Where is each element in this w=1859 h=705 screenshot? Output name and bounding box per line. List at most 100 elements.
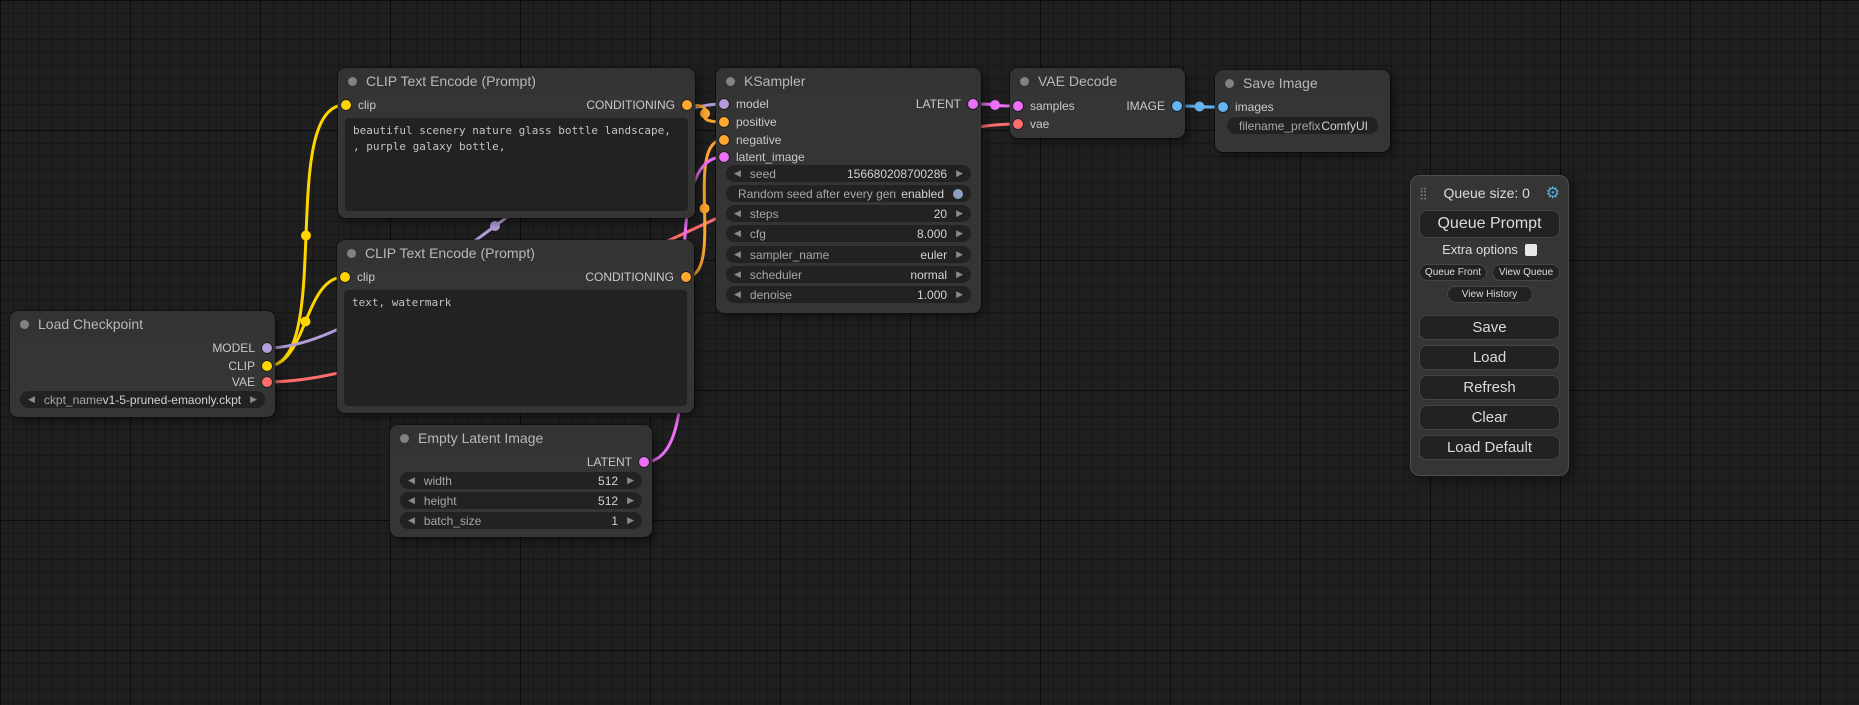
filename-prefix-widget[interactable]: filename_prefix ComfyUI (1227, 117, 1378, 134)
decrement-arrow-icon[interactable]: ◀ (734, 209, 741, 218)
prompt-text-input[interactable]: beautiful scenery nature glass bottle la… (345, 118, 688, 211)
increment-arrow-icon[interactable]: ▶ (956, 229, 963, 238)
widget-value: 1.000 (917, 288, 947, 302)
output-port-conditioning[interactable]: CONDITIONING (585, 270, 691, 284)
increment-arrow-icon[interactable]: ▶ (956, 209, 963, 218)
output-port-latent[interactable]: LATENT (916, 97, 978, 111)
output-port-latent[interactable]: LATENT (587, 455, 649, 469)
cfg-widget[interactable]: ◀ cfg 8.000 ▶ (726, 225, 971, 242)
comfy-menu-panel[interactable]: ⣿ Queue size: 0 ⚙ Queue Prompt Extra opt… (1410, 175, 1569, 476)
input-port-negative[interactable]: negative (719, 133, 781, 147)
widget-label: height (424, 494, 598, 508)
view-history-button[interactable]: View History (1447, 286, 1533, 303)
node-save-image[interactable]: Save Image images filename_prefix ComfyU… (1215, 70, 1390, 152)
widget-value: ComfyUI (1321, 119, 1368, 133)
random-seed-toggle-widget[interactable]: Random seed after every gen enabled (726, 185, 971, 202)
settings-gear-icon[interactable]: ⚙ (1546, 183, 1560, 203)
node-title[interactable]: Save Image (1215, 70, 1390, 96)
widget-label: cfg (750, 227, 917, 241)
load-default-button[interactable]: Load Default (1419, 435, 1560, 460)
ckpt-name-widget[interactable]: ◀ ckpt_name v1-5-pruned-emaonly.ckpt ▶ (20, 391, 265, 408)
seed-widget[interactable]: ◀ seed 156680208700286 ▶ (726, 165, 971, 182)
node-graph-canvas[interactable]: Load Checkpoint MODEL CLIP VAE ◀ ckpt_na… (0, 0, 1859, 705)
increment-arrow-icon[interactable]: ▶ (956, 250, 963, 259)
collapse-dot-icon[interactable] (726, 77, 735, 86)
collapse-dot-icon[interactable] (1225, 79, 1234, 88)
collapse-dot-icon[interactable] (347, 249, 356, 258)
collapse-dot-icon[interactable] (1020, 77, 1029, 86)
node-title[interactable]: Load Checkpoint (10, 311, 275, 337)
node-ksampler[interactable]: KSampler model positive negative latent_… (716, 68, 981, 313)
output-port-conditioning[interactable]: CONDITIONING (586, 98, 692, 112)
node-title-label: KSampler (744, 73, 805, 89)
collapse-dot-icon[interactable] (20, 320, 29, 329)
queue-front-button[interactable]: Queue Front (1419, 264, 1487, 281)
denoise-widget[interactable]: ◀ denoise 1.000 ▶ (726, 286, 971, 303)
output-port-clip[interactable]: CLIP (228, 359, 272, 373)
save-button[interactable]: Save (1419, 315, 1560, 340)
collapse-dot-icon[interactable] (348, 77, 357, 86)
decrement-arrow-icon[interactable]: ◀ (734, 270, 741, 279)
decrement-arrow-icon[interactable]: ◀ (734, 229, 741, 238)
decrement-arrow-icon[interactable]: ◀ (28, 395, 35, 404)
node-load-checkpoint[interactable]: Load Checkpoint MODEL CLIP VAE ◀ ckpt_na… (10, 311, 275, 417)
port-label: LATENT (916, 97, 961, 111)
input-port-model[interactable]: model (719, 97, 769, 111)
prompt-text-input[interactable]: text, watermark (344, 290, 687, 406)
decrement-arrow-icon[interactable]: ◀ (734, 169, 741, 178)
node-title[interactable]: CLIP Text Encode (Prompt) (337, 240, 694, 266)
extra-options-checkbox[interactable] (1525, 244, 1537, 256)
latent-port-dot (639, 457, 649, 467)
port-label: LATENT (587, 455, 632, 469)
refresh-button[interactable]: Refresh (1419, 375, 1560, 400)
port-label: CONDITIONING (585, 270, 674, 284)
decrement-arrow-icon[interactable]: ◀ (734, 290, 741, 299)
increment-arrow-icon[interactable]: ▶ (956, 270, 963, 279)
toggle-dot-icon[interactable] (953, 189, 963, 199)
widget-label: steps (750, 207, 934, 221)
input-port-clip[interactable]: clip (340, 270, 375, 284)
output-port-image[interactable]: IMAGE (1126, 99, 1182, 113)
node-title[interactable]: Empty Latent Image (390, 425, 652, 451)
input-port-vae[interactable]: vae (1013, 117, 1049, 131)
input-port-samples[interactable]: samples (1013, 99, 1075, 113)
increment-arrow-icon[interactable]: ▶ (956, 290, 963, 299)
load-button[interactable]: Load (1419, 345, 1560, 370)
increment-arrow-icon[interactable]: ▶ (627, 496, 634, 505)
steps-widget[interactable]: ◀ steps 20 ▶ (726, 205, 971, 222)
queue-prompt-button[interactable]: Queue Prompt (1419, 210, 1560, 238)
output-port-model[interactable]: MODEL (212, 341, 272, 355)
node-title[interactable]: VAE Decode (1010, 68, 1185, 94)
sampler-name-widget[interactable]: ◀ sampler_name euler ▶ (726, 246, 971, 263)
node-clip-text-encode-positive[interactable]: CLIP Text Encode (Prompt) clip CONDITION… (338, 68, 695, 218)
decrement-arrow-icon[interactable]: ◀ (408, 476, 415, 485)
node-empty-latent-image[interactable]: Empty Latent Image LATENT ◀ width 512 ▶ … (390, 425, 652, 537)
output-port-vae[interactable]: VAE (232, 375, 272, 389)
drag-handle-icon[interactable]: ⣿ (1419, 186, 1428, 200)
batch-size-widget[interactable]: ◀ batch_size 1 ▶ (400, 512, 642, 529)
increment-arrow-icon[interactable]: ▶ (956, 169, 963, 178)
decrement-arrow-icon[interactable]: ◀ (734, 250, 741, 259)
input-port-latent-image[interactable]: latent_image (719, 150, 805, 164)
increment-arrow-icon[interactable]: ▶ (250, 395, 257, 404)
clear-button[interactable]: Clear (1419, 405, 1560, 430)
collapse-dot-icon[interactable] (400, 434, 409, 443)
widget-value: 20 (934, 207, 947, 221)
input-port-positive[interactable]: positive (719, 115, 777, 129)
width-widget[interactable]: ◀ width 512 ▶ (400, 472, 642, 489)
height-widget[interactable]: ◀ height 512 ▶ (400, 492, 642, 509)
decrement-arrow-icon[interactable]: ◀ (408, 516, 415, 525)
port-label: IMAGE (1126, 99, 1165, 113)
input-port-clip[interactable]: clip (341, 98, 376, 112)
scheduler-widget[interactable]: ◀ scheduler normal ▶ (726, 266, 971, 283)
view-queue-button[interactable]: View Queue (1492, 264, 1560, 281)
increment-arrow-icon[interactable]: ▶ (627, 516, 634, 525)
node-title[interactable]: CLIP Text Encode (Prompt) (338, 68, 695, 94)
conditioning-port-dot (719, 117, 729, 127)
node-vae-decode[interactable]: VAE Decode samples vae IMAGE (1010, 68, 1185, 138)
input-port-images[interactable]: images (1218, 100, 1274, 114)
node-title[interactable]: KSampler (716, 68, 981, 94)
node-clip-text-encode-negative[interactable]: CLIP Text Encode (Prompt) clip CONDITION… (337, 240, 694, 413)
increment-arrow-icon[interactable]: ▶ (627, 476, 634, 485)
decrement-arrow-icon[interactable]: ◀ (408, 496, 415, 505)
